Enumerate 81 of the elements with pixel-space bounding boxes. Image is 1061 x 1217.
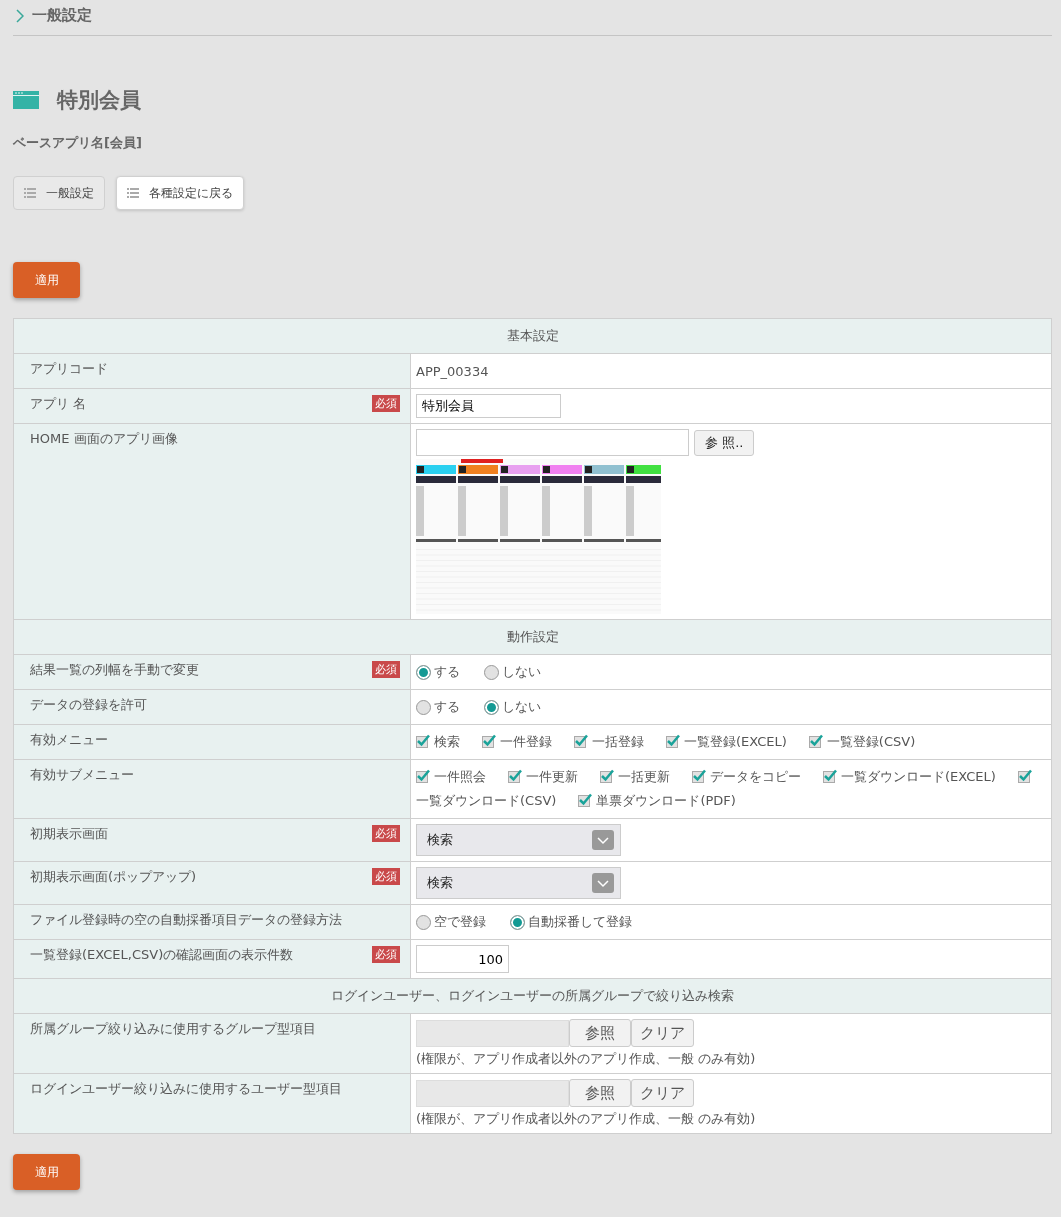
section-header: 動作設定 [13,619,1052,655]
field-label: HOME 画面のアプリ画像 [30,430,178,448]
checkbox-label: 一件更新 [526,769,578,784]
clear-button[interactable]: クリア [631,1079,694,1107]
checkbox[interactable] [416,769,430,783]
radio-label: しない [502,663,541,681]
checkbox[interactable] [808,734,823,748]
checkbox-label: 一覧登録(EXCEL) [684,734,787,749]
browse-button[interactable]: 参照 [569,1019,631,1047]
field-label: アプリ 名 [30,395,87,413]
radio-label: 空で登録 [434,913,486,931]
section-header: ログインユーザー、ログインユーザーの所属グループで絞り込み検索 [13,978,1052,1014]
radio-label: する [434,698,460,716]
checkbox[interactable] [416,734,430,748]
dropdown[interactable]: 検索 [416,867,621,899]
dropdown[interactable]: 検索 [416,824,621,856]
field-label: 初期表示画面(ポップアップ) [30,868,197,886]
radio-button[interactable] [510,914,525,930]
checkbox-label: データをコピー [710,769,801,784]
required-badge: 必須 [372,825,400,842]
checkbox-label: 一覧ダウンロード(EXCEL) [841,769,996,784]
field-label: 初期表示画面 [30,825,108,843]
field-label: ファイル登録時の空の自動採番項目データの登録方法 [30,911,342,929]
checkbox-label: 一覧ダウンロード(CSV) [416,793,557,808]
radio-button[interactable] [484,699,499,715]
checkbox[interactable] [578,793,593,807]
checkbox[interactable] [508,769,522,783]
field-label: 一覧登録(EXCEL,CSV)の確認画面の表示件数 [30,946,294,964]
radio-button[interactable] [416,699,431,715]
list-icon [24,188,36,198]
checkbox-label: 一括更新 [618,769,670,784]
field-label: ログインユーザー絞り込みに使用するユーザー型項目 [30,1080,342,1098]
checkbox-label: 一件登録 [500,734,552,749]
field-label: 有効サブメニュー [30,766,134,784]
radio-label: する [434,663,460,681]
field-label: 結果一覧の列幅を手動で変更 [30,661,199,679]
number-input[interactable]: 100 [416,945,509,973]
required-badge: 必須 [372,868,400,885]
checkbox[interactable] [692,769,706,783]
browse-button[interactable]: 参 照.. [694,429,755,456]
required-badge: 必須 [372,946,400,963]
chevron-right-icon [16,8,24,23]
field-label: 所属グループ絞り込みに使用するグループ型項目 [30,1020,316,1038]
checkbox-label: 一覧登録(CSV) [826,734,916,749]
required-badge: 必須 [372,661,400,678]
checkbox[interactable] [823,769,837,783]
checkbox[interactable] [482,734,496,748]
checkbox-label: 一件照会 [434,769,486,784]
field-label: 有効メニュー [30,731,108,749]
list-icon [127,188,139,198]
text-input[interactable]: 特別会員 [416,394,561,418]
field-label: アプリコード [30,360,108,378]
required-badge: 必須 [372,395,400,412]
permission-note: (権限が、アプリ作成者以外のアプリ作成、一般 のみ有効) [416,1110,757,1128]
permission-note: (権限が、アプリ作成者以外のアプリ作成、一般 のみ有効) [416,1050,757,1068]
checkbox[interactable] [1017,769,1032,783]
field-value: APP_00334 [416,363,489,379]
radio-label: 自動採番して登録 [528,913,632,931]
apply-button[interactable]: 適用 [13,1154,80,1190]
radio-button[interactable] [416,664,431,680]
radio-button[interactable] [484,664,499,680]
file-path-input[interactable] [416,429,689,456]
apply-button[interactable]: 適用 [13,262,80,298]
clear-button[interactable]: クリア [631,1019,694,1047]
field-label: データの登録を許可 [30,696,147,714]
checkbox-label: 検索 [434,734,460,749]
base-app-name: ベースアプリ名[会員] [13,134,143,152]
nav-button[interactable]: 一般設定 [13,176,105,210]
radio-label: しない [502,698,541,716]
checkbox[interactable] [574,734,588,748]
page-title: 特別会員 [57,87,141,114]
checkbox-label: 一括登録 [592,734,644,749]
radio-button[interactable] [416,914,431,930]
nav-button[interactable]: 各種設定に戻る [116,176,244,210]
checkbox[interactable] [600,769,614,783]
breadcrumb-label[interactable]: 一般設定 [32,6,92,25]
window-icon [13,91,39,109]
browse-button[interactable]: 参照 [569,1079,631,1107]
checkbox[interactable] [666,734,680,748]
section-header: 基本設定 [13,318,1052,354]
checkbox-label: 単票ダウンロード(PDF) [596,793,736,808]
